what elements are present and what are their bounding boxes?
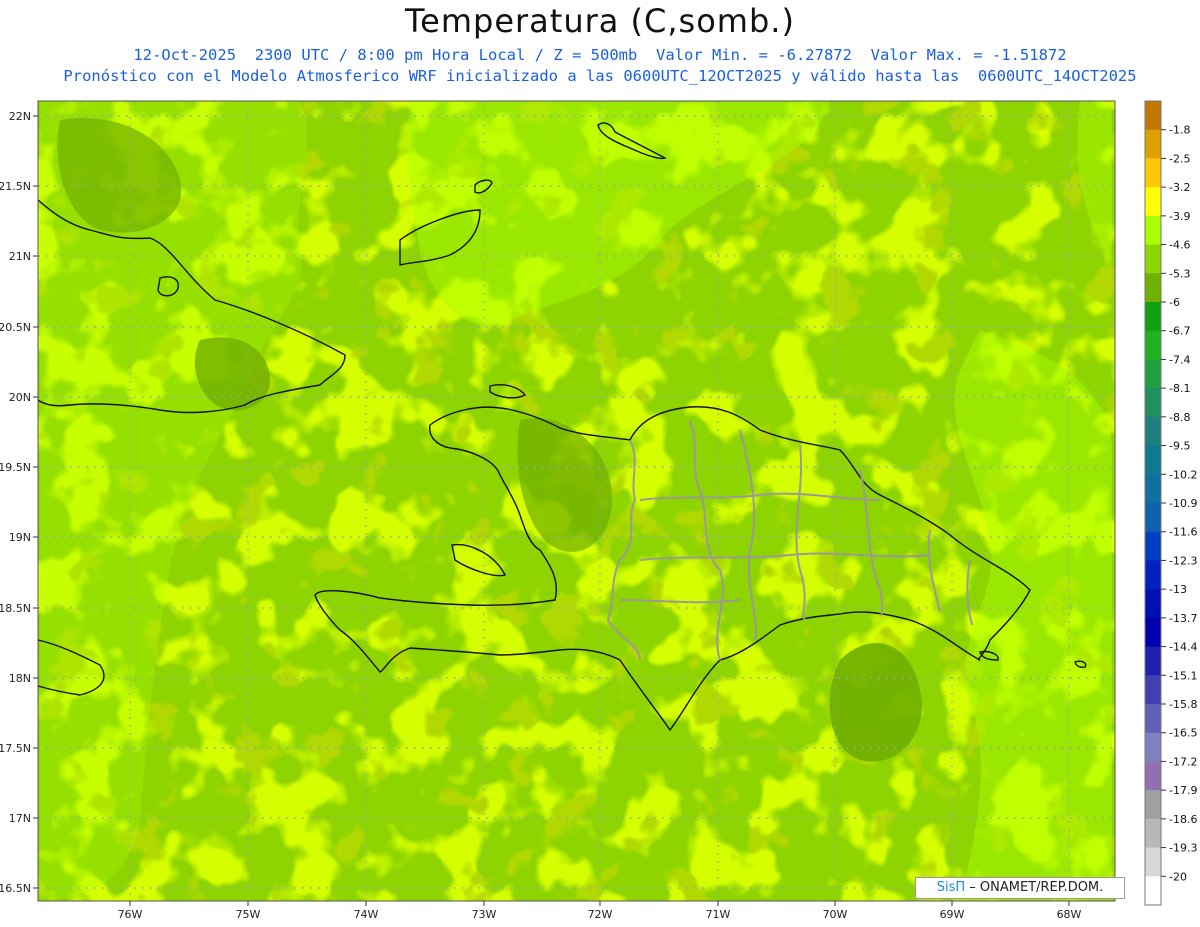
lat-label: 20N	[9, 391, 31, 404]
lon-label: 74W	[354, 908, 379, 921]
colorbar-swatch	[1145, 359, 1161, 389]
colorbar-swatch	[1145, 531, 1161, 562]
colorbar-label: -17.2	[1169, 755, 1197, 768]
lon-label: 76W	[118, 908, 143, 921]
colorbar-label: -11.6	[1169, 526, 1197, 539]
colorbar-swatch	[1145, 273, 1161, 303]
colorbar-label: -20	[1169, 870, 1187, 883]
colorbar-swatch	[1145, 388, 1161, 418]
colorbar-label: -1.8	[1169, 124, 1190, 137]
colorbar-label: -13	[1169, 583, 1187, 596]
lat-label: 17N	[9, 812, 31, 825]
colorbar-label: -10.9	[1169, 497, 1197, 510]
lat-label: 18.5N	[0, 602, 31, 615]
colorbar-label: -5.3	[1169, 267, 1190, 280]
colorbar-swatch	[1145, 215, 1161, 246]
colorbar-label: -16.5	[1169, 727, 1197, 740]
colorbar-swatch	[1145, 474, 1161, 504]
lon-label: 71W	[706, 908, 731, 921]
credit-brand: SisΠ	[936, 880, 966, 895]
credit-text: – ONAMET/REP.DOM.	[969, 880, 1104, 895]
lon-label: 70W	[823, 908, 848, 921]
colorbar-label: -8.1	[1169, 382, 1190, 395]
colorbar-swatch	[1145, 445, 1161, 475]
colorbar-label: -15.8	[1169, 698, 1197, 711]
lat-label: 20.5N	[0, 321, 31, 334]
colorbar-swatch	[1145, 732, 1161, 763]
colorbar-label: -10.2	[1169, 468, 1197, 481]
colorbar-swatch	[1145, 589, 1161, 619]
colorbar-swatch	[1145, 560, 1161, 590]
colorbar-swatch	[1145, 847, 1161, 877]
colorbar-label: -18.6	[1169, 813, 1197, 826]
colorbar-swatch	[1145, 503, 1161, 533]
colorbar-swatch	[1145, 704, 1161, 734]
colorbar-label: -9.5	[1169, 440, 1190, 453]
colorbar-label: -8.8	[1169, 411, 1190, 424]
colorbar-label: -17.9	[1169, 784, 1197, 797]
colorbar-label: -2.5	[1169, 152, 1190, 165]
lon-label: 72W	[588, 908, 613, 921]
colorbar-label: -4.6	[1169, 239, 1190, 252]
lat-label: 19.5N	[0, 461, 31, 474]
map-plot-area	[38, 101, 1115, 901]
colorbar-label: -6	[1169, 296, 1180, 309]
lon-label: 73W	[472, 908, 497, 921]
colorbar: -1.8 -2.5 -3.2 -3.9 -4.6 -5.3 -6 -6.7 -7.4 -8.1 -8…	[1144, 100, 1197, 906]
colorbar-label: -3.2	[1169, 181, 1190, 194]
lat-label: 22N	[9, 110, 31, 123]
colorbar-swatch	[1145, 302, 1161, 332]
colorbar-swatch	[1145, 761, 1161, 791]
colorbar-label: -12.3	[1169, 554, 1197, 567]
lat-label: 21.5N	[0, 180, 31, 193]
lon-label: 68W	[1057, 908, 1082, 921]
colorbar-swatch	[1145, 646, 1161, 676]
colorbar-label: -3.9	[1169, 210, 1190, 223]
lat-label: 16.5N	[0, 882, 31, 895]
lat-label: 18N	[9, 672, 31, 685]
colorbar-swatch	[1145, 187, 1161, 217]
lon-label: 75W	[236, 908, 261, 921]
colorbar-swatch	[1145, 675, 1161, 705]
colorbar-swatch	[1145, 617, 1161, 648]
colorbar-label: -15.1	[1169, 669, 1197, 682]
colorbar-label: -19.3	[1169, 842, 1197, 855]
colorbar-swatch	[1145, 101, 1161, 131]
colorbar-label: -13.7	[1169, 612, 1197, 625]
colorbar-swatch	[1145, 330, 1161, 361]
colorbar-label: -7.4	[1169, 353, 1190, 366]
colorbar-label: -14.4	[1169, 641, 1197, 654]
lon-label: 69W	[940, 908, 965, 921]
colorbar-swatch	[1145, 416, 1161, 447]
lat-label: 21N	[9, 250, 31, 263]
colorbar-swatch	[1145, 129, 1161, 160]
colorbar-swatch	[1145, 790, 1161, 820]
colorbar-swatch	[1145, 158, 1161, 188]
temperature-map: 76W 75W 74W 73W 72W 71W 70W 69W 68W 22N 21.5N 21N 20…	[0, 100, 1197, 921]
credit-box: SisΠ – ONAMET/REP.DOM.	[915, 877, 1125, 899]
lat-label: 17.5N	[0, 742, 31, 755]
colorbar-swatch	[1145, 876, 1161, 906]
colorbar-swatch	[1145, 818, 1161, 849]
lat-label: 19N	[9, 531, 31, 544]
colorbar-label: -6.7	[1169, 325, 1190, 338]
colorbar-swatch	[1145, 244, 1161, 274]
